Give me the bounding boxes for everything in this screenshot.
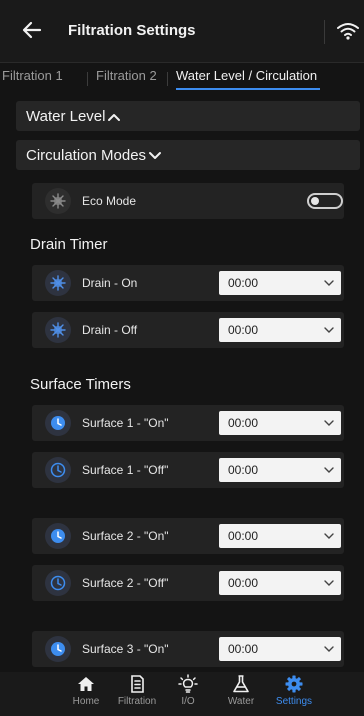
surface-timers-heading: Surface Timers — [30, 376, 131, 393]
tab-filtration-2[interactable]: Filtration 2 — [96, 68, 157, 83]
nav-label: Settings — [275, 696, 313, 707]
tab-separator — [87, 72, 88, 86]
nav-label: I/O — [181, 696, 195, 707]
select-value: 00:00 — [228, 276, 259, 290]
tab-water-level-circulation[interactable]: Water Level / Circulation — [176, 68, 317, 83]
flask-icon — [233, 675, 249, 693]
timer-label: Surface 3 - "On" — [82, 642, 169, 656]
water-level-accordion[interactable]: Water Level — [16, 101, 360, 131]
chevron-down-icon — [324, 580, 334, 586]
select-value: 00:00 — [228, 529, 259, 543]
wifi-icon[interactable] — [337, 22, 359, 40]
lightbulb-icon — [178, 674, 198, 693]
chevron-down-icon — [324, 533, 334, 539]
clock-filled-icon — [45, 636, 71, 662]
accordion-label: Circulation Modes — [26, 147, 147, 164]
select-value: 00:00 — [228, 642, 259, 656]
select-value: 00:00 — [228, 323, 259, 337]
filtration-icon — [131, 675, 144, 693]
clock-filled-icon — [45, 523, 71, 549]
surface-1-on-select[interactable]: 00:00 — [219, 411, 341, 435]
eco-mode-toggle[interactable] — [307, 193, 343, 209]
active-tab-indicator — [176, 88, 320, 90]
snowflake-icon — [45, 317, 71, 343]
snowflake-icon — [45, 270, 71, 296]
page-title: Filtration Settings — [68, 22, 196, 39]
home-icon — [78, 677, 94, 691]
toggle-knob — [311, 197, 319, 205]
clock-outline-icon — [45, 570, 71, 596]
bottom-nav: Home Filtration I/O Water Settings — [0, 672, 364, 716]
accordion-label: Water Level — [26, 108, 106, 125]
nav-io[interactable]: I/O — [158, 674, 218, 707]
gear-icon — [285, 675, 303, 693]
surface-2-on-row: Surface 2 - "On" 00:00 — [32, 518, 344, 554]
select-value: 00:00 — [228, 463, 259, 477]
chevron-down-icon — [324, 467, 334, 473]
circulation-modes-accordion[interactable]: Circulation Modes — [16, 140, 360, 170]
surface-3-on-select[interactable]: 00:00 — [219, 637, 341, 661]
select-value: 00:00 — [228, 576, 259, 590]
surface-2-off-select[interactable]: 00:00 — [219, 571, 341, 595]
back-arrow-icon[interactable] — [20, 18, 44, 42]
timer-label: Surface 2 - "On" — [82, 529, 169, 543]
drain-on-select[interactable]: 00:00 — [219, 271, 341, 295]
clock-outline-icon — [45, 457, 71, 483]
chevron-down-icon — [149, 152, 161, 159]
timer-label: Drain - Off — [82, 323, 138, 337]
timer-label: Surface 1 - "On" — [82, 416, 169, 430]
tab-separator — [167, 72, 168, 86]
surface-1-off-select[interactable]: 00:00 — [219, 458, 341, 482]
nav-water[interactable]: Water — [211, 674, 271, 707]
tab-bar: Filtration 1 Filtration 2 Water Level / … — [0, 62, 364, 92]
chevron-down-icon — [324, 420, 334, 426]
chevron-down-icon — [324, 280, 334, 286]
header-divider — [324, 20, 325, 44]
nav-settings[interactable]: Settings — [264, 674, 324, 707]
surface-1-on-row: Surface 1 - "On" 00:00 — [32, 405, 344, 441]
eco-mode-label: Eco Mode — [82, 194, 137, 208]
snowflake-icon — [45, 188, 71, 214]
chevron-down-icon — [324, 646, 334, 652]
clock-filled-icon — [45, 410, 71, 436]
chevron-up-icon — [108, 114, 120, 121]
eco-mode-row: Eco Mode — [32, 183, 344, 219]
surface-1-off-row: Surface 1 - "Off" 00:00 — [32, 452, 344, 488]
timer-label: Surface 2 - "Off" — [82, 576, 169, 590]
select-value: 00:00 — [228, 416, 259, 430]
nav-label: Water — [227, 696, 255, 707]
drain-off-select[interactable]: 00:00 — [219, 318, 341, 342]
timer-label: Surface 1 - "Off" — [82, 463, 169, 477]
app-header: Filtration Settings — [0, 0, 364, 63]
tab-filtration-1[interactable]: Filtration 1 — [2, 68, 63, 83]
surface-2-on-select[interactable]: 00:00 — [219, 524, 341, 548]
drain-off-row: Drain - Off 00:00 — [32, 312, 344, 348]
drain-on-row: Drain - On 00:00 — [32, 265, 344, 301]
timer-label: Drain - On — [82, 276, 138, 290]
surface-2-off-row: Surface 2 - "Off" 00:00 — [32, 565, 344, 601]
drain-timer-heading: Drain Timer — [30, 236, 108, 253]
chevron-down-icon — [324, 327, 334, 333]
surface-3-on-row: Surface 3 - "On" 00:00 — [32, 631, 344, 667]
